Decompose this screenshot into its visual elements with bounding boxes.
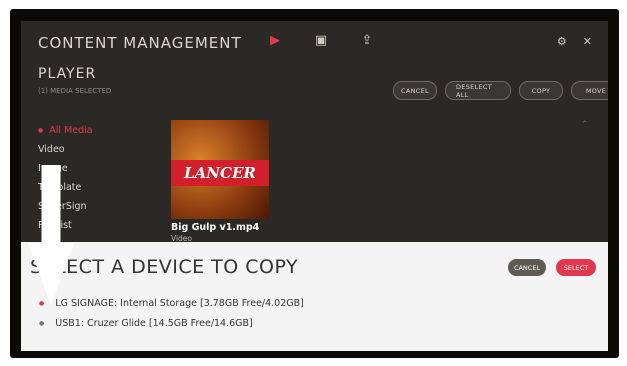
menu-item-all-media[interactable]: All Media [38, 121, 92, 140]
dialog-select-button[interactable]: SELECT [556, 259, 596, 276]
cancel-button[interactable]: CANCEL [393, 81, 437, 100]
section-title: PLAYER [38, 66, 97, 82]
video-icon[interactable]: ▶ [267, 33, 283, 48]
device-label: USB1: Cruzer Glide [14.5GB Free/14.6GB] [55, 318, 253, 329]
settings-icon[interactable]: ⚙ [557, 35, 567, 48]
close-icon[interactable]: ✕ [583, 35, 592, 48]
move-button[interactable]: MOVE [571, 81, 608, 100]
media-thumbnail[interactable]: LANCER [171, 120, 269, 219]
dialog-cancel-button[interactable]: CANCEL [508, 259, 546, 276]
deselect-all-button[interactable]: DESELECT ALL [445, 81, 511, 100]
device-option[interactable]: ● LG SIGNAGE: Internal Storage [3.78GB F… [39, 298, 304, 309]
chevron-up-icon[interactable]: ⌃ [581, 120, 589, 130]
radio-dot-icon: ● [39, 320, 45, 327]
down-arrow-icon [28, 165, 74, 305]
menu-item-video[interactable]: Video [38, 140, 93, 159]
device-option[interactable]: ● USB1: Cruzer Glide [14.5GB Free/14.6GB… [39, 318, 253, 329]
page-title: CONTENT MANAGEMENT [38, 34, 242, 52]
window-controls: ⚙ ✕ [557, 35, 592, 48]
selection-count: (1) MEDIA SELECTED [38, 87, 112, 95]
media-name: Big Gulp v1.mp4 [171, 222, 260, 233]
device-select-dialog: SELECT A DEVICE TO COPY CANCEL SELECT ● … [21, 242, 608, 351]
thumbnail-banner: LANCER [171, 160, 269, 186]
device-label: LG SIGNAGE: Internal Storage [3.78GB Fre… [55, 298, 304, 309]
top-tabs: ▶ ▣ ⇪ [267, 33, 375, 48]
export-icon[interactable]: ⇪ [359, 33, 375, 48]
thumbnail-logo-text: LANCER [184, 164, 256, 182]
screen: CONTENT MANAGEMENT ▶ ▣ ⇪ ⚙ ✕ PLAYER (1) … [21, 21, 608, 351]
action-bar: CANCEL DESELECT ALL COPY MOVE [393, 81, 608, 100]
usb-storage-icon[interactable]: ▣ [313, 33, 329, 48]
copy-button[interactable]: COPY [519, 81, 563, 100]
